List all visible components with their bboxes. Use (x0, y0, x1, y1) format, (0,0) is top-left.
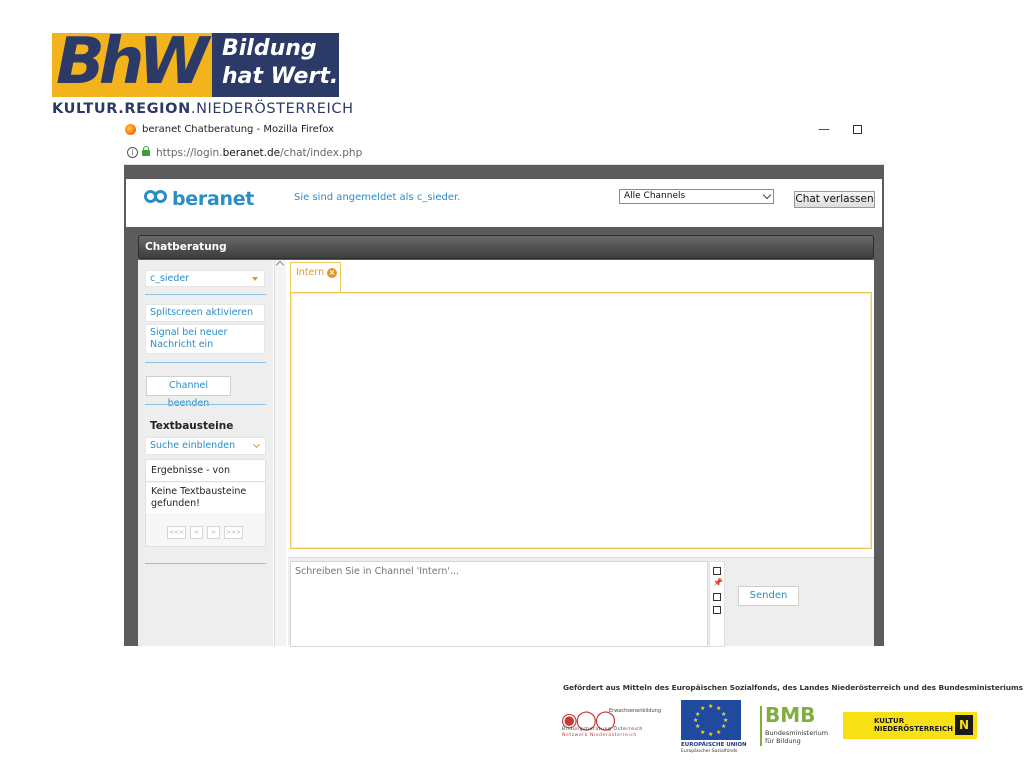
signal-toggle[interactable]: Signal bei neuer Nachricht ein (145, 324, 265, 354)
pager-first-button[interactable]: <<< (167, 526, 186, 539)
tab-label: Intern (296, 267, 325, 278)
minimize-icon[interactable]: — (818, 122, 830, 136)
divider (145, 404, 266, 405)
textbausteine-heading: Textbausteine (150, 420, 234, 432)
eu-line1: EUROPÄISCHE UNION (681, 742, 747, 748)
sidebar: c_sieder Splitscreen aktivieren Signal b… (138, 260, 273, 646)
bmb-line1: Bundesministerium (765, 729, 829, 737)
compose-tools: 📌 (709, 561, 725, 647)
kultur-region-logo: KULTUR NIEDERÖSTERREICH N (843, 712, 977, 739)
chevron-down-icon (252, 440, 261, 449)
browser-window: beranet Chatberatung - Mozilla Firefox —… (123, 120, 885, 647)
app-header: beranet Sie sind angemeldet als c_sieder… (126, 179, 882, 227)
info-icon[interactable]: i (127, 147, 138, 158)
bhw-logo-letters: BhW (56, 25, 209, 99)
beranet-logo-icon (144, 190, 168, 208)
splitscreen-toggle[interactable]: Splitscreen aktivieren (145, 304, 265, 322)
bhw-tagline: KULTUR.REGION.NIEDERÖSTERREICH (52, 101, 354, 117)
chat-title-bar: Chatberatung (138, 235, 874, 259)
lock-icon (142, 146, 150, 156)
beranet-logo: beranet (172, 188, 255, 210)
bmb-logo: BMB (765, 703, 816, 727)
pager: <<< < > >>> (146, 520, 265, 547)
results-header: Ergebnisse - von (146, 460, 265, 482)
page-title: Chatberatung (145, 241, 227, 253)
bhw-slogan-line1: Bildung (222, 36, 317, 61)
bmb-line2: für Bildung (765, 737, 801, 745)
bhw-slogan-line2: hat Wert. (222, 64, 339, 89)
kr-line1: KULTUR (874, 717, 905, 725)
logged-in-status: Sie sind angemeldet als c_sieder. (294, 192, 461, 203)
bhw-logo: BhW Bildung hat Wert. (52, 27, 339, 97)
eu-flag-icon: ★ ★ ★ ★ ★ ★ ★ ★ ★ ★ ★ ★ (681, 700, 741, 740)
end-channel-button[interactable]: Channel beenden (146, 376, 231, 409)
sidebar-scrollbar[interactable] (274, 260, 286, 646)
page-viewport: beranet Sie sind angemeldet als c_sieder… (124, 165, 884, 647)
chat-messages (290, 292, 872, 549)
chevron-up-icon[interactable] (275, 260, 285, 270)
eb-line2: Netzwerk Niederösterreich (562, 733, 637, 738)
funding-text: Gefördert aus Mitteln des Europäischen S… (563, 683, 1024, 692)
channel-select[interactable]: Alle Channels (619, 189, 774, 204)
eb-top-text: Erwachsenenbildung (609, 708, 662, 714)
eu-line2: Europäischer Sozialfonds (681, 749, 738, 754)
results-panel: Ergebnisse - von Keine Textbausteine gef… (145, 459, 266, 547)
caret-down-icon (252, 277, 258, 281)
note-icon[interactable] (713, 567, 721, 575)
results-empty: Keine Textbausteine gefunden! (146, 483, 265, 513)
maximize-icon[interactable] (853, 125, 862, 134)
pager-next-button[interactable]: > (207, 526, 220, 539)
url-text[interactable]: https://login.beranet.de/chat/index.php (156, 147, 362, 159)
pager-last-button[interactable]: >>> (224, 526, 243, 539)
eb-line1: Bildungsberatung Österreich (562, 727, 643, 732)
pager-prev-button[interactable]: < (190, 526, 203, 539)
message-input[interactable] (290, 561, 708, 647)
divider (145, 362, 266, 363)
window-titlebar: beranet Chatberatung - Mozilla Firefox — (123, 120, 885, 142)
window-title: beranet Chatberatung - Mozilla Firefox (142, 124, 335, 135)
divider (145, 563, 266, 564)
url-bar[interactable]: i https://login.beranet.de/chat/index.ph… (123, 144, 885, 164)
bmb-bar (760, 706, 762, 746)
tab-intern[interactable]: Intern × (290, 262, 341, 292)
firefox-icon (125, 124, 136, 135)
edit-icon[interactable] (713, 606, 721, 614)
search-toggle[interactable]: Suche einblenden (145, 437, 266, 455)
kr-mark-icon: N (955, 715, 973, 735)
pin-icon[interactable]: 📌 (713, 579, 723, 588)
app-body: c_sieder Splitscreen aktivieren Signal b… (138, 260, 874, 647)
leave-chat-button[interactable]: Chat verlassen (794, 191, 875, 208)
divider (145, 294, 266, 295)
send-button[interactable]: Senden (738, 586, 799, 606)
window-icon[interactable] (713, 593, 721, 601)
close-icon[interactable]: × (327, 268, 337, 278)
kr-line2: NIEDERÖSTERREICH (874, 725, 953, 733)
erwachsenenbildung-logo: ◉◯◯ Erwachsenenbildung Bildungsberatung … (561, 703, 669, 741)
compose-area: 📌 Senden (288, 557, 874, 647)
user-dropdown[interactable]: c_sieder (145, 270, 265, 287)
chevron-down-icon (762, 190, 772, 200)
